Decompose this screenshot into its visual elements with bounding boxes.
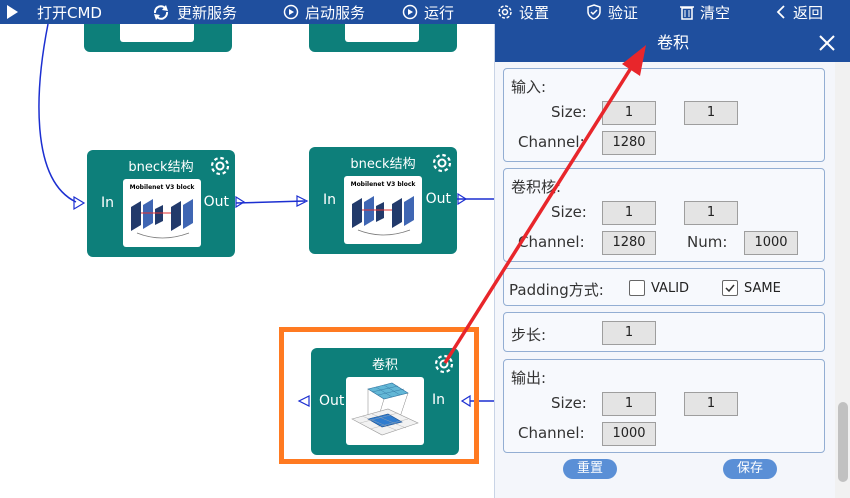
gear-icon [498,5,512,19]
node-in-port[interactable]: In [323,192,336,208]
update-service-button[interactable]: 更新服务 [151,0,237,24]
clear-button[interactable]: 清空 [680,0,730,24]
run-icon [402,4,418,20]
stride-group: 步长: 1 [503,312,825,352]
kernel-size-label: Size: [551,203,587,221]
node-thumbnail: Mobilenet V3 block [123,179,201,247]
input-size-label: Size: [551,103,587,121]
save-button[interactable]: 保存 [723,459,777,479]
close-icon[interactable] [817,33,837,53]
output-size-label: Size: [551,394,587,412]
block-diagram-image [131,199,193,239]
kernel-num-field[interactable]: 1000 [744,231,798,255]
output-heading: 输出: [511,369,547,387]
properties-panel: 卷积 输入: Size: 1 1 Channel: 1280 卷积核: Size… [494,24,850,498]
open-cmd-label: 打开CMD [37,3,102,22]
kernel-size-2-field[interactable]: 1 [684,201,738,225]
scrollbar-thumb[interactable] [838,402,848,482]
node-out-port[interactable]: Out [204,194,229,210]
kernel-heading: 卷积核: [511,178,562,196]
node-out-port[interactable]: Out [319,393,344,409]
open-cmd-button[interactable]: 打开CMD [37,0,102,24]
gear-icon[interactable] [209,155,231,177]
thumbnail-caption: Mobilenet V3 block [350,181,416,188]
node-partial-1[interactable] [84,24,232,52]
power-icon [283,4,299,20]
run-label: 运行 [424,3,455,22]
input-group: 输入: Size: 1 1 Channel: 1280 [503,68,825,162]
thumbnail-caption: Mobilenet V3 block [129,184,195,191]
node-bneck-2[interactable]: bneck结构 In Out Mobilenet V3 block [309,147,457,254]
node-out-port[interactable]: Out [426,191,451,207]
node-conv[interactable]: 卷积 Out In [311,348,459,455]
run-button[interactable]: 运行 [402,0,454,24]
stride-field[interactable]: 1 [602,321,656,345]
same-checkbox[interactable] [722,280,738,296]
reset-button[interactable]: 重置 [563,459,617,479]
play-icon[interactable] [0,0,24,24]
same-label: SAME [744,280,781,296]
output-size-1-field[interactable]: 1 [602,392,656,416]
gear-icon[interactable] [433,353,455,375]
check-icon [725,284,735,293]
node-in-port[interactable]: In [432,392,445,408]
trash-icon [680,6,694,20]
node-bneck-1[interactable]: bneck结构 In Out Mobilenet V3 block [87,150,235,257]
padding-same-option[interactable]: SAME [722,280,781,296]
start-service-button[interactable]: 启动服务 [283,0,365,24]
gear-icon[interactable] [431,152,453,174]
kernel-channel-field[interactable]: 1280 [602,231,656,255]
input-size-2-field[interactable]: 1 [684,101,738,125]
block-diagram-image [352,196,414,236]
kernel-channel-label: Channel: [518,233,585,251]
node-partial-2[interactable] [309,24,457,52]
start-service-label: 启动服务 [305,3,366,22]
input-channel-label: Channel: [518,133,585,151]
output-channel-label: Channel: [518,424,585,442]
input-size-1-field[interactable]: 1 [602,101,656,125]
kernel-group: 卷积核: Size: 1 1 Channel: 1280 Num: 1000 [503,168,825,262]
settings-label: 设置 [519,3,550,22]
node-thumbnail: Mobilenet V3 block [344,176,422,244]
node-thumbnail [346,377,424,445]
padding-group: Padding方式: VALID SAME [503,268,825,306]
output-group: 输出: Size: 1 1 Channel: 1000 [503,359,825,453]
valid-label: VALID [651,280,690,296]
toolbar: 打开CMD 更新服务 启动服务 运行 设置 验证 清空 返回 [0,0,850,24]
refresh-icon [153,5,169,20]
output-size-2-field[interactable]: 1 [684,392,738,416]
panel-header: 卷积 [495,24,850,62]
node-thumbnail [345,24,419,42]
node-thumbnail [120,24,194,42]
panel-body: 输入: Size: 1 1 Channel: 1280 卷积核: Size: 1… [495,62,835,498]
panel-title: 卷积 [656,33,689,52]
input-heading: 输入: [511,78,547,96]
kernel-size-1-field[interactable]: 1 [602,201,656,225]
kernel-num-label: Num: [687,233,728,251]
verify-button[interactable]: 验证 [586,0,638,24]
padding-valid-option[interactable]: VALID [629,280,689,296]
back-button[interactable]: 返回 [775,0,823,24]
settings-button[interactable]: 设置 [497,0,549,24]
shield-icon [587,4,601,20]
padding-label: Padding方式: [509,281,604,299]
valid-checkbox[interactable] [629,280,645,296]
clear-label: 清空 [700,3,731,22]
output-channel-field[interactable]: 1000 [602,422,656,446]
stride-label: 步长: [511,326,547,344]
node-in-port[interactable]: In [101,195,114,211]
back-label: 返回 [793,3,824,22]
input-channel-field[interactable]: 1280 [602,131,656,155]
panel-scrollbar[interactable] [835,62,850,498]
convolution-image [351,382,419,436]
verify-label: 验证 [608,3,639,22]
update-service-label: 更新服务 [177,3,238,22]
back-icon [776,5,785,19]
